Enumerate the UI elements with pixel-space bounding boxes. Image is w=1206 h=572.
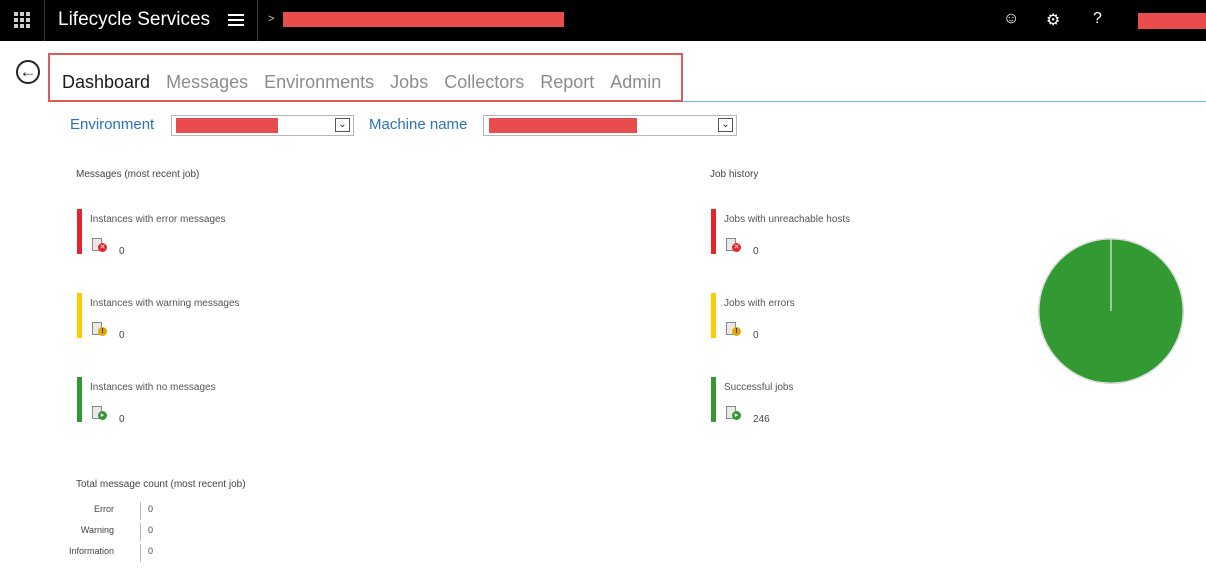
environment-select[interactable]: ⌄ — [171, 115, 354, 136]
total-value: 0 — [148, 504, 154, 514]
tab-admin[interactable]: Admin — [610, 72, 661, 93]
messages-section-title: Messages (most recent job) — [76, 169, 200, 180]
tab-report[interactable]: Report — [540, 72, 594, 93]
chevron-down-icon[interactable]: ⌄ — [335, 118, 350, 132]
user-name-redacted[interactable] — [1138, 13, 1206, 29]
totals-section-title: Total message count (most recent job) — [76, 479, 246, 490]
success-document-icon: ▸ — [92, 406, 107, 420]
item-label: Instances with no messages — [90, 382, 216, 393]
back-arrow-icon[interactable]: ← — [16, 60, 40, 84]
divider — [44, 0, 45, 41]
tab-collectors[interactable]: Collectors — [444, 72, 524, 93]
status-bar — [77, 377, 82, 422]
success-document-icon: ▸ — [726, 406, 741, 420]
error-document-icon: ✕ — [726, 238, 741, 252]
axis-line — [140, 544, 141, 562]
total-row-warning: Warning 0 — [80, 523, 170, 541]
environment-value-redacted — [176, 118, 278, 133]
total-label: Warning — [80, 525, 114, 535]
error-document-icon: ✕ — [92, 238, 107, 252]
axis-line — [140, 523, 141, 541]
tab-messages[interactable]: Messages — [166, 72, 248, 93]
item-label: Successful jobs — [724, 382, 794, 393]
environment-label: Environment — [70, 116, 155, 133]
job-history-pie-chart[interactable] — [1037, 237, 1185, 385]
tab-underline — [683, 101, 1206, 102]
axis-line — [140, 502, 141, 520]
item-count: 0 — [119, 246, 125, 257]
gear-icon[interactable]: ⚙ — [1046, 10, 1060, 30]
top-bar: Lifecycle Services > ☺ ⚙ ? — [0, 0, 1206, 41]
warning-document-icon: ! — [726, 322, 741, 336]
item-count: 0 — [753, 330, 759, 341]
warning-document-icon: ! — [92, 322, 107, 336]
app-title[interactable]: Lifecycle Services — [58, 9, 210, 31]
item-label: Instances with error messages — [90, 214, 226, 225]
status-bar — [711, 209, 716, 254]
item-count: 0 — [119, 414, 125, 425]
waffle-icon[interactable] — [14, 12, 30, 28]
status-bar — [77, 209, 82, 254]
chevron-down-icon[interactable]: ⌄ — [718, 118, 733, 132]
hamburger-icon[interactable] — [228, 14, 244, 26]
help-icon[interactable]: ? — [1093, 10, 1102, 28]
item-count: 0 — [119, 330, 125, 341]
item-label: Instances with warning messages — [90, 298, 240, 309]
item-label: Jobs with unreachable hosts — [724, 214, 851, 225]
item-count: 0 — [753, 246, 759, 257]
total-label: Error — [94, 504, 114, 514]
item-label: Jobs with errors — [724, 298, 795, 309]
smiley-icon[interactable]: ☺ — [1003, 10, 1019, 28]
total-value: 0 — [148, 525, 154, 535]
status-bar — [711, 293, 716, 338]
machine-name-select[interactable]: ⌄ — [483, 115, 737, 136]
machine-name-value-redacted — [489, 118, 637, 133]
divider — [257, 0, 258, 41]
job-history-section-title: Job history — [710, 169, 759, 180]
total-label: Information — [68, 546, 114, 556]
status-bar — [711, 377, 716, 422]
machine-name-label: Machine name — [369, 116, 468, 133]
breadcrumb-project-redacted[interactable] — [283, 12, 564, 27]
tab-bar: Dashboard Messages Environments Jobs Col… — [62, 72, 677, 93]
total-value: 0 — [148, 546, 154, 556]
item-count: 246 — [753, 414, 770, 425]
tab-dashboard[interactable]: Dashboard — [62, 72, 150, 93]
total-row-information: Information 0 — [69, 544, 170, 562]
total-row-error: Error 0 — [80, 502, 170, 520]
tab-jobs[interactable]: Jobs — [390, 72, 428, 93]
status-bar — [77, 293, 82, 338]
breadcrumb-chevron: > — [268, 13, 275, 25]
tab-environments[interactable]: Environments — [264, 72, 374, 93]
